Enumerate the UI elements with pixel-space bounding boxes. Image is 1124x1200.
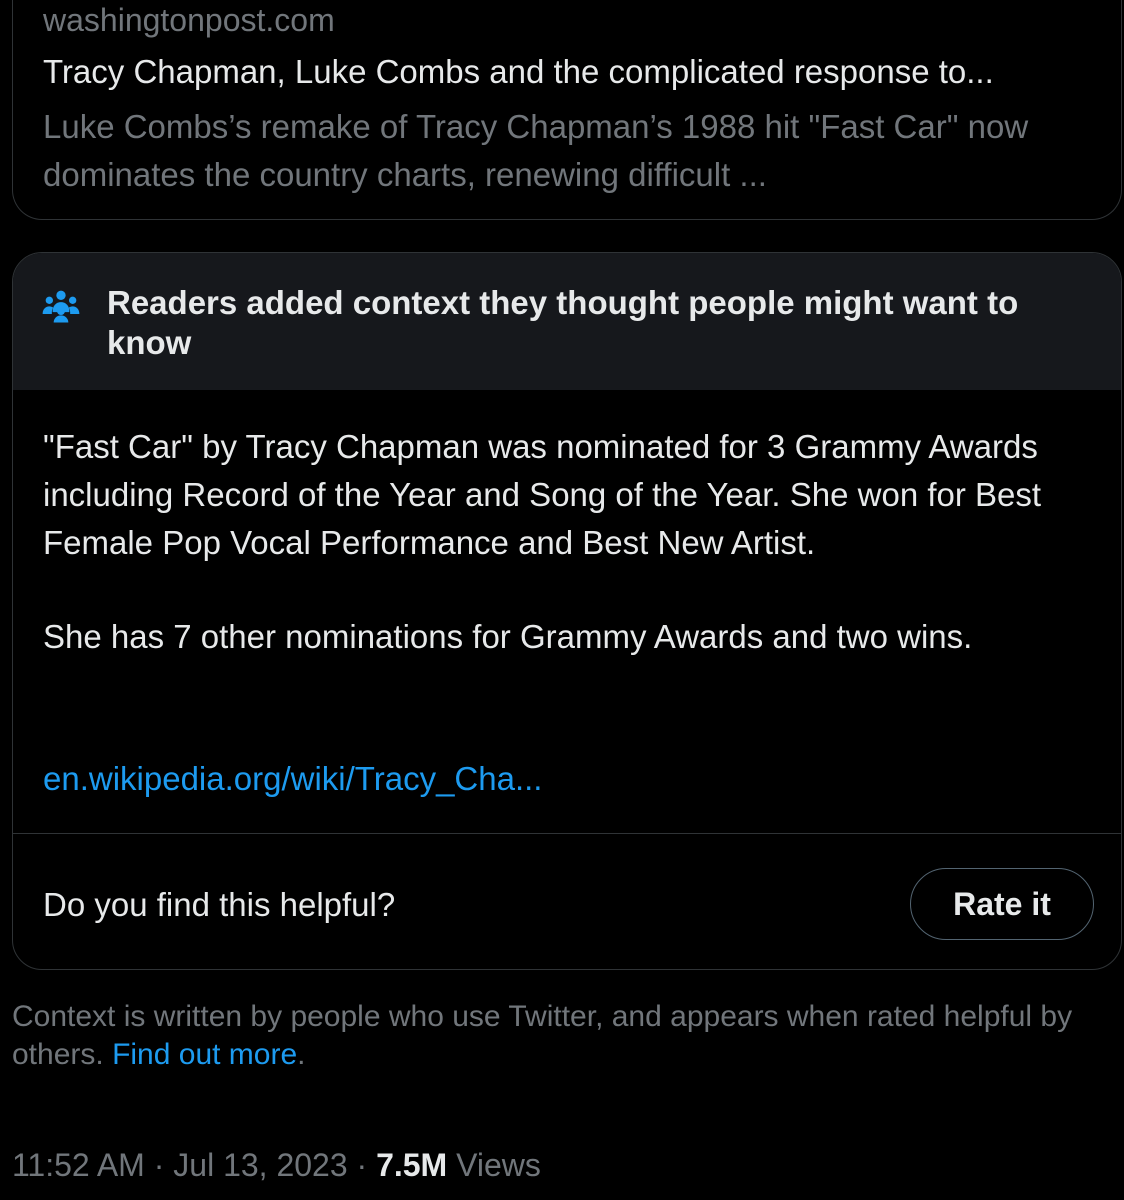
meta-separator: ·	[356, 1147, 368, 1183]
views-count: 7.5M	[376, 1147, 448, 1183]
helpful-question: Do you find this helpful?	[43, 886, 396, 923]
link-title[interactable]: Tracy Chapman, Luke Combs and the compli…	[43, 52, 994, 92]
community-note-card: Readers added context they thought peopl…	[12, 252, 1122, 970]
link-preview-card[interactable]: washingtonpost.com Tracy Chapman, Luke C…	[12, 0, 1122, 220]
community-note-body: "Fast Car" by Tracy Chapman was nominate…	[43, 423, 1093, 661]
find-out-more-link[interactable]: Find out more	[112, 1038, 297, 1071]
tweet-time[interactable]: 11:52 AM	[12, 1147, 145, 1183]
tweet-meta: 11:52 AM · Jul 13, 2023 · 7.5M Views	[12, 1143, 541, 1187]
people-icon	[41, 285, 81, 325]
note-paragraph: "Fast Car" by Tracy Chapman was nominate…	[43, 428, 1042, 561]
tweet-date[interactable]: Jul 13, 2023	[173, 1147, 347, 1183]
note-paragraph: She has 7 other nominations for Grammy A…	[43, 618, 973, 655]
rate-it-button[interactable]: Rate it	[910, 868, 1094, 940]
meta-separator: ·	[153, 1147, 165, 1183]
note-source-link[interactable]: en.wikipedia.org/wiki/Tracy_Cha...	[43, 755, 542, 803]
context-footnote: Context is written by people who use Twi…	[12, 998, 1112, 1074]
link-domain: washingtonpost.com	[43, 2, 335, 38]
community-note-header: Readers added context they thought peopl…	[13, 253, 1121, 390]
footnote-trailing: .	[297, 1038, 306, 1071]
views-label: Views	[456, 1147, 541, 1183]
divider	[13, 833, 1121, 834]
community-note-heading: Readers added context they thought peopl…	[107, 284, 1019, 361]
link-description: Luke Combs’s remake of Tracy Chapman’s 1…	[43, 108, 1029, 193]
